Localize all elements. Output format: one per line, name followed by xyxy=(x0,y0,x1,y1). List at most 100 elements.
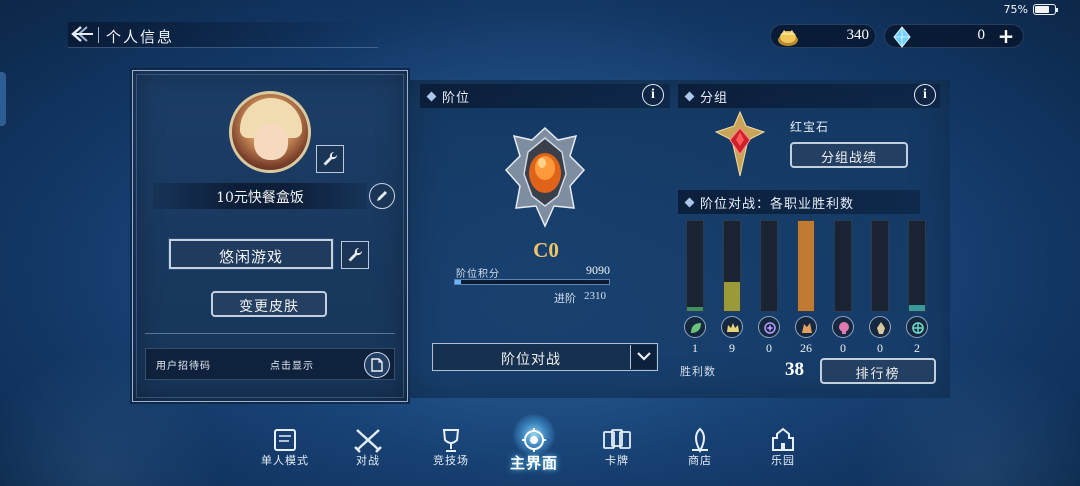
nav-label: 竞技场 xyxy=(433,454,469,467)
rank-info-button[interactable]: i xyxy=(642,84,664,106)
group-record-label: 分组战绩 xyxy=(820,151,877,166)
vampire-icon xyxy=(869,316,891,338)
nav-item[interactable]: 主界面 xyxy=(499,412,569,482)
chevron-down-icon xyxy=(637,352,651,361)
change-skin-button[interactable]: 变更皮肤 xyxy=(211,291,327,317)
rank-points-progress-fill xyxy=(455,280,462,284)
invite-code-row: 用户招待码 点击显示 xyxy=(145,348,395,380)
back-button[interactable] xyxy=(70,24,96,46)
dropdown-toggle[interactable] xyxy=(630,345,656,369)
leaderboard-label: 排行榜 xyxy=(855,367,901,382)
title-separator xyxy=(98,27,99,43)
player-title-box: 悠闲游戏 xyxy=(168,238,334,270)
edit-name-button[interactable] xyxy=(369,183,395,209)
invite-code-label: 用户招待码 xyxy=(156,361,211,372)
home-crest-icon xyxy=(522,428,546,452)
class-bar-fill xyxy=(798,221,814,311)
bishop-icon xyxy=(906,316,928,338)
class-bar-track xyxy=(908,220,926,312)
nav-label: 卡牌 xyxy=(605,454,629,467)
dragon-icon xyxy=(795,316,817,338)
book-icon xyxy=(274,429,296,451)
change-avatar-button[interactable] xyxy=(316,145,344,173)
nav-item[interactable]: 乐园 xyxy=(748,412,818,482)
rank-points-label: 阶位积分 xyxy=(456,269,500,280)
nav-item[interactable]: 卡牌 xyxy=(582,412,652,482)
group-record-button[interactable]: 分组战绩 xyxy=(790,142,908,168)
witch-star-icon xyxy=(758,316,780,338)
rank-letter: C0 xyxy=(533,238,559,262)
class-wins-title: 阶位对战：各职业胜利数 xyxy=(700,197,855,212)
change-title-button[interactable] xyxy=(341,241,369,269)
rank-section-header: 阶位 xyxy=(420,84,670,108)
side-pull-tab[interactable] xyxy=(0,72,6,126)
class-bar-track xyxy=(723,220,741,312)
battery-icon xyxy=(1033,4,1058,15)
trophy-icon xyxy=(442,429,460,452)
class-bar-fill xyxy=(909,304,925,311)
wrench-icon xyxy=(323,151,338,166)
class-win-count: 0 xyxy=(877,341,883,355)
shop-icon xyxy=(692,427,708,454)
class-bar-track xyxy=(760,220,778,312)
class-win-count: 2 xyxy=(914,341,920,355)
cards-icon xyxy=(603,429,631,449)
nav-label: 商店 xyxy=(688,454,712,467)
royal-crown-icon xyxy=(721,316,743,338)
crystal-icon xyxy=(893,26,911,48)
copy-invite-code-button[interactable] xyxy=(364,352,390,378)
diamond-bullet-icon xyxy=(684,91,695,102)
class-win-count: 0 xyxy=(840,341,846,355)
nav-label: 单人模式 xyxy=(261,454,309,467)
class-win-count: 1 xyxy=(692,341,698,355)
gold-coin-icon xyxy=(778,30,798,46)
avatar[interactable] xyxy=(229,91,311,173)
battery-indicator: 75% xyxy=(1003,3,1058,16)
pencil-icon xyxy=(377,191,387,201)
bottom-navigation: 单人模式 对战 竞技场 主界面 卡牌 商店 乐园 xyxy=(250,412,830,482)
diamond-bullet-icon xyxy=(426,91,437,102)
elf-leaf-icon xyxy=(684,316,706,338)
rank-panel: 阶位 i C0 阶位积分 9090 进阶 2310 阶位对战 分组 i 红宝石 … xyxy=(408,80,950,398)
group-section-header: 分组 xyxy=(678,84,940,108)
battery-text: 75% xyxy=(1003,3,1028,16)
class-win-count: 0 xyxy=(766,341,772,355)
castle-icon xyxy=(772,427,794,451)
rank-badge-icon xyxy=(504,126,586,228)
top-bar: 个人信息 xyxy=(68,22,378,48)
diamond-bullet-icon xyxy=(684,197,695,208)
necro-skull-icon xyxy=(832,316,854,338)
battle-mode-select[interactable]: 阶位对战 xyxy=(432,343,658,371)
nav-item[interactable]: 对战 xyxy=(333,412,403,482)
gold-currency: 340 xyxy=(770,24,876,48)
rank-points-progress xyxy=(454,279,610,285)
nav-item[interactable]: 竞技场 xyxy=(416,412,486,482)
player-title: 悠闲游戏 xyxy=(218,248,283,266)
leaderboard-button[interactable]: 排行榜 xyxy=(820,358,936,384)
class-wins-header: 阶位对战：各职业胜利数 xyxy=(678,190,920,214)
player-name: 10元快餐盒饭 xyxy=(216,190,304,206)
class-bar-track xyxy=(871,220,889,312)
crossed-swords-icon xyxy=(354,429,382,453)
nav-item[interactable]: 单人模式 xyxy=(250,412,320,482)
ruby-gem-icon xyxy=(714,110,766,177)
wrench-icon xyxy=(348,247,363,262)
group-info-button[interactable]: i xyxy=(914,84,936,106)
show-invite-code-link[interactable]: 点击显示 xyxy=(270,357,314,372)
add-crystal-button[interactable]: + xyxy=(995,26,1017,48)
copy-document-icon xyxy=(371,358,383,372)
class-bar-fill xyxy=(687,307,703,311)
advance-label: 进阶 xyxy=(554,292,576,305)
class-bar-track xyxy=(797,220,815,312)
panel-divider xyxy=(145,333,395,334)
back-arrow-icon xyxy=(71,26,93,42)
nav-item[interactable]: 商店 xyxy=(665,412,735,482)
class-bar-track xyxy=(834,220,852,312)
rank-points-value: 9090 xyxy=(586,263,610,277)
battle-mode-value: 阶位对战 xyxy=(501,352,561,368)
battery-fill xyxy=(1035,6,1050,13)
rank-section-title: 阶位 xyxy=(442,91,471,106)
wins-label: 胜利数 xyxy=(680,365,716,378)
crystal-amount: 0 xyxy=(977,27,986,43)
class-bar-track xyxy=(686,220,704,312)
